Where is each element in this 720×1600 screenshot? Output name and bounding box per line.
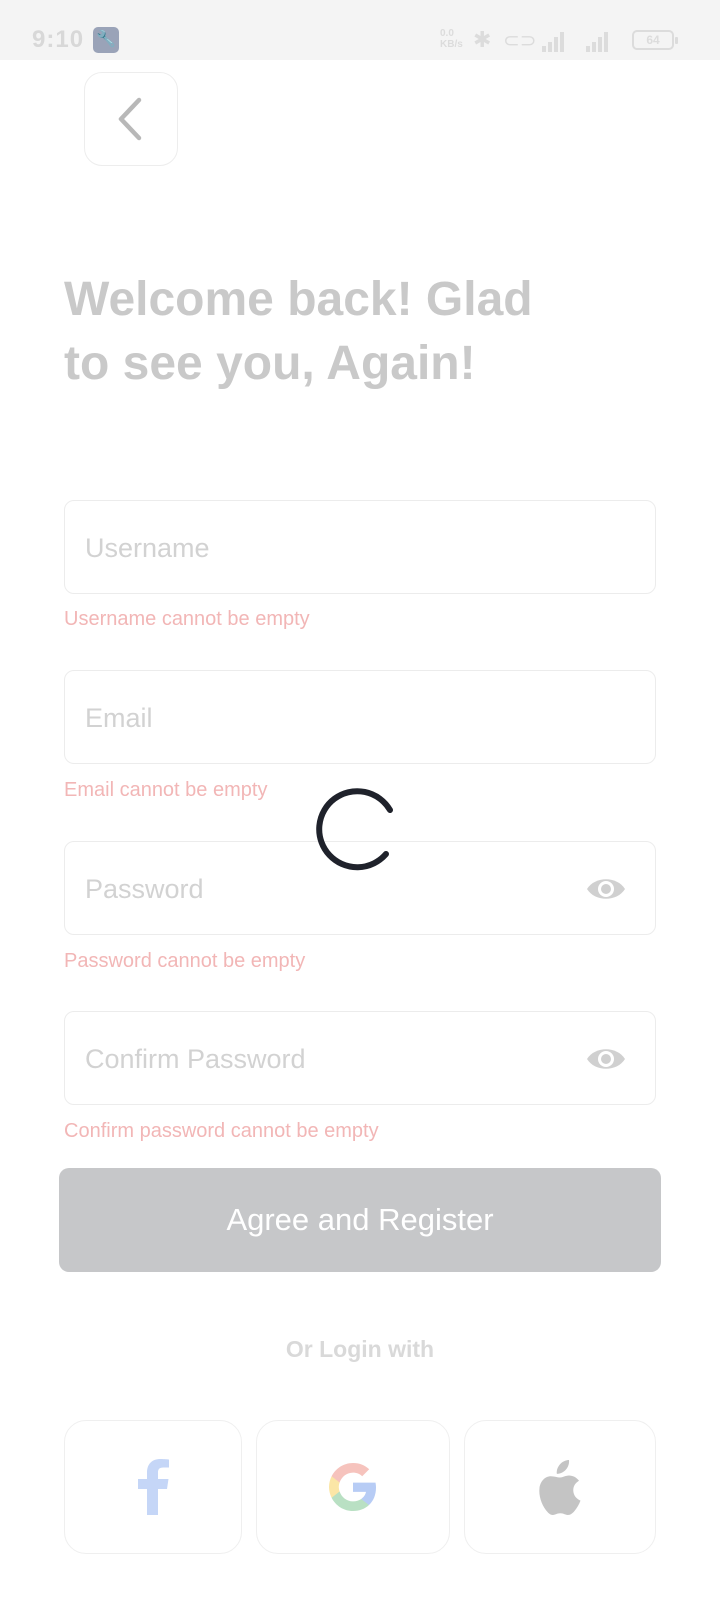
password-placeholder: Password [85,874,204,904]
confirm-password-placeholder: Confirm Password [85,1044,306,1074]
bluetooth-icon: ✱ [473,27,492,52]
confirm-password-input[interactable]: Confirm Password [64,1011,656,1105]
page-title: Welcome back! Glad to see you, Again! [64,268,624,396]
username-input[interactable]: Username [64,500,656,594]
facebook-login-button[interactable] [64,1420,242,1554]
facebook-icon [138,1459,169,1515]
chevron-left-icon [118,97,142,141]
status-bar: 9:10 🔧 0.0 KB/s ✱ ⊂⊃ 64 [0,0,720,60]
signal-icon-2 [586,30,608,52]
battery-level: 64 [646,33,660,47]
back-button[interactable] [84,72,178,166]
email-input[interactable]: Email [64,670,656,764]
link-icon: ⊂⊃ [503,30,537,52]
or-login-with-label: Or Login with [285,1336,435,1362]
email-placeholder: Email [85,703,153,733]
eye-icon[interactable] [585,1043,627,1075]
google-login-button[interactable] [256,1420,450,1554]
loading-spinner-icon [316,788,393,871]
password-error: Password cannot be empty [64,950,306,972]
wrench-icon: 🔧 [93,27,119,53]
username-placeholder: Username [85,533,210,563]
status-time: 9:10 [32,26,85,53]
signal-icon [542,30,564,52]
apple-login-button[interactable] [464,1420,656,1554]
eye-icon[interactable] [585,873,627,905]
email-error: Email cannot be empty [64,779,268,801]
username-error: Username cannot be empty [64,608,310,630]
battery-icon: 64 [632,30,678,50]
google-icon [329,1463,376,1511]
agree-and-register-button[interactable]: Agree and Register [59,1168,661,1272]
network-speed: 0.0 KB/s [440,28,463,50]
status-icons: 0.0 KB/s ✱ ⊂⊃ 64 [440,27,680,52]
confirm-password-error: Confirm password cannot be empty [64,1120,379,1142]
page-title-line-1: Welcome back! Glad [64,273,533,326]
apple-icon [539,1460,581,1515]
page-title-line-2: to see you, Again! [64,337,476,390]
